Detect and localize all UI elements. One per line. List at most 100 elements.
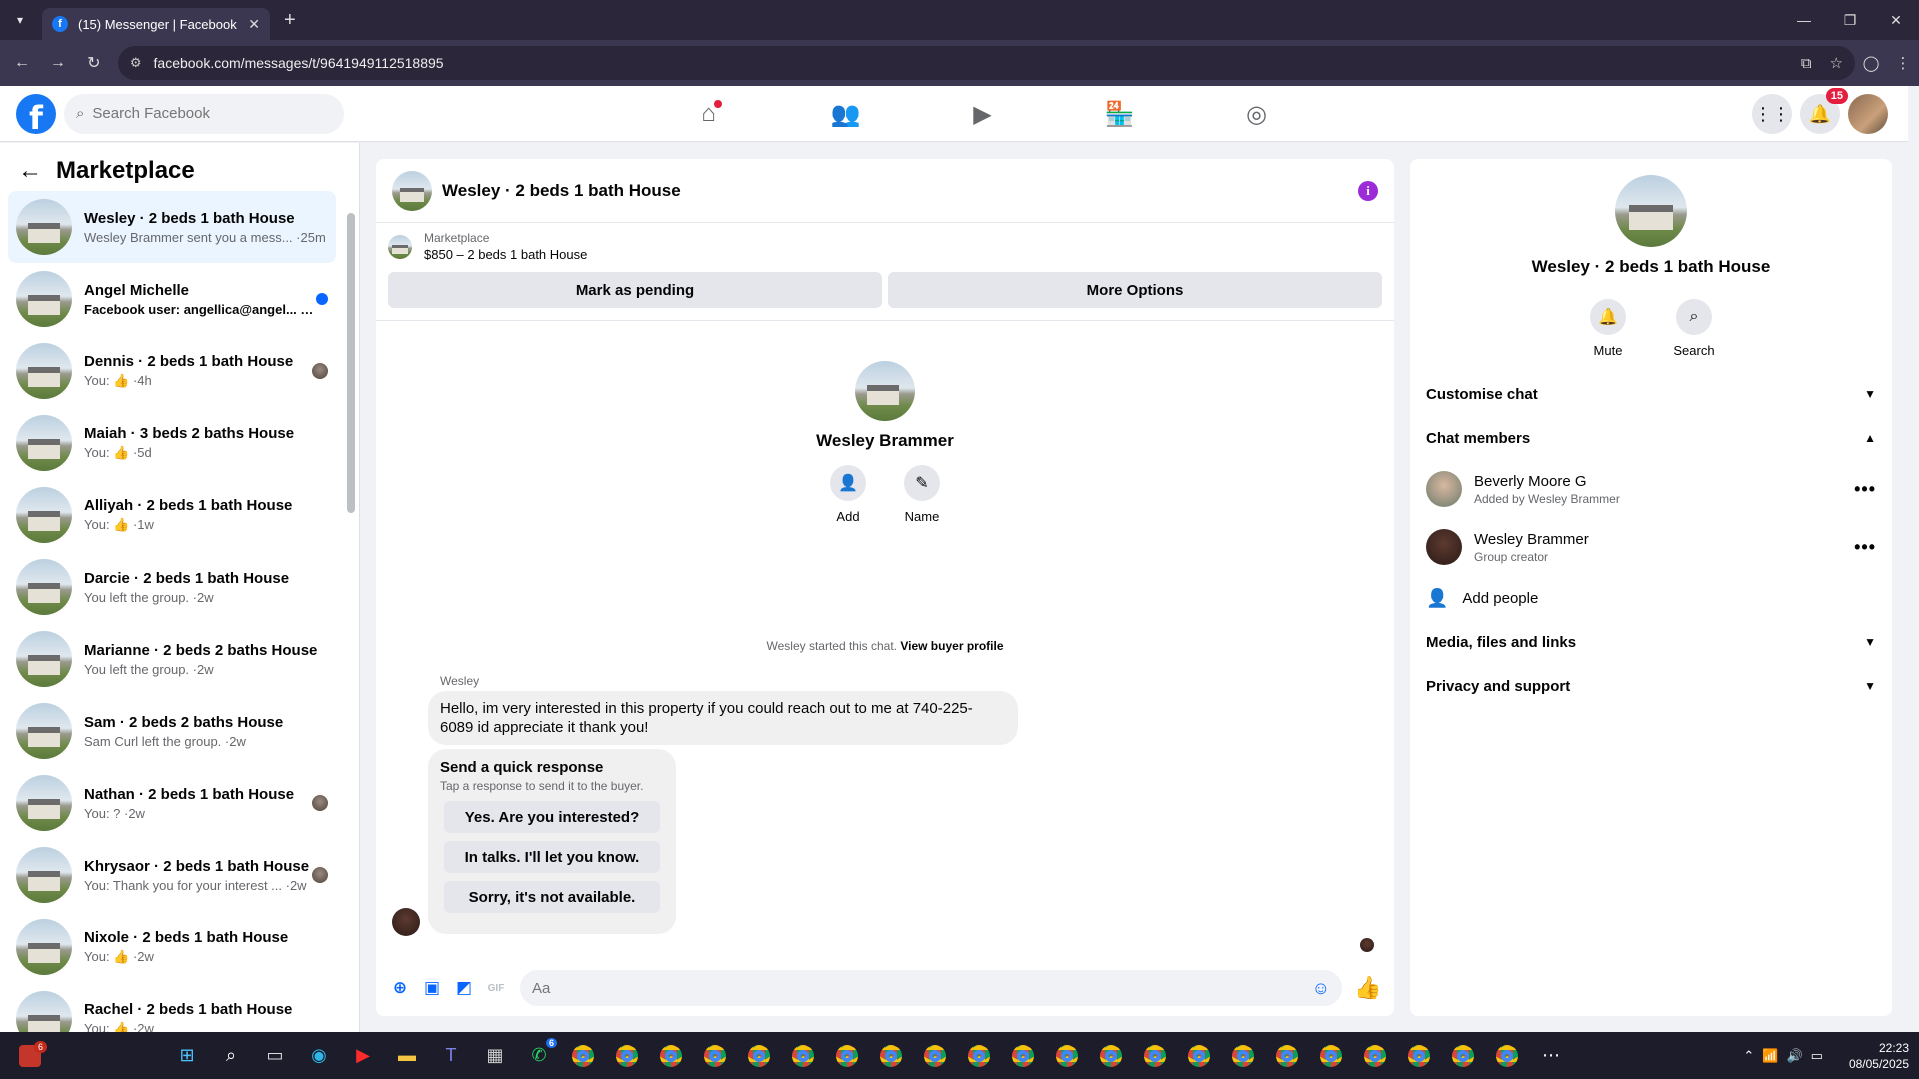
video-icon[interactable]: ▶ [914, 86, 1051, 142]
chat-avatar[interactable] [392, 170, 432, 211]
notifications-bell-icon[interactable]: 🔔 15 [1800, 88, 1848, 134]
conversation-item[interactable]: Marianne · 2 beds 2 baths House You left … [8, 623, 336, 695]
teams-icon[interactable]: T [429, 1032, 473, 1079]
message-input[interactable] [532, 979, 1312, 997]
chrome-icon[interactable] [1309, 1032, 1353, 1079]
quick-response-in-talks-button[interactable]: In talks. I'll let you know. [444, 841, 660, 873]
add-person-button[interactable]: 👤 Add [823, 465, 873, 524]
listing-thumbnail[interactable] [388, 234, 412, 259]
chrome-icon[interactable] [1089, 1032, 1133, 1079]
task-view-icon[interactable]: ▭ [253, 1032, 297, 1079]
edge-icon[interactable]: ◉ [297, 1032, 341, 1079]
more-options-button[interactable]: More Options [888, 272, 1382, 308]
more-options-icon[interactable]: ••• [1854, 537, 1876, 558]
browser-tab-messenger[interactable]: f (15) Messenger | Facebook ✕ [42, 8, 270, 40]
close-window-icon[interactable]: ✕ [1873, 0, 1919, 40]
chat-members-section[interactable]: Chat members ▲ [1410, 416, 1892, 460]
facebook-search-box[interactable]: ⌕ [64, 93, 344, 134]
store-icon[interactable]: ▦ [473, 1032, 517, 1079]
conversation-item[interactable]: Wesley · 2 beds 1 bath House Wesley Bramm… [8, 191, 336, 263]
thumbs-up-icon[interactable]: 👍 [1350, 975, 1386, 1001]
facebook-logo-icon[interactable]: f [16, 93, 56, 134]
youtube-icon[interactable]: ▶ [341, 1032, 385, 1079]
menu-grid-icon[interactable]: ⋮⋮ [1752, 94, 1792, 134]
restore-icon[interactable]: ❐ [1827, 0, 1873, 40]
emoji-icon[interactable]: ☺ [1312, 978, 1330, 999]
conversation-list-scrollbar[interactable] [347, 193, 355, 1023]
conversation-item[interactable]: Angel Michelle Facebook user: angellica@a… [8, 263, 336, 335]
more-options-icon[interactable]: ••• [1854, 479, 1876, 500]
add-people-button[interactable]: 👤 Add people [1410, 576, 1892, 620]
view-buyer-profile-link[interactable]: View buyer profile [900, 639, 1003, 653]
conversation-item[interactable]: Nixole · 2 beds 1 bath House You: 👍 ·2w [8, 911, 336, 983]
conversation-item[interactable]: Alliyah · 2 beds 1 bath House You: 👍 ·1w [8, 479, 336, 551]
member-row[interactable]: Wesley Brammer Group creator ••• [1410, 518, 1892, 576]
clock[interactable]: 22:23 08/05/2025 [1849, 1040, 1909, 1072]
chrome-icon[interactable] [869, 1032, 913, 1079]
chrome-icon[interactable] [913, 1032, 957, 1079]
chrome-icon[interactable] [957, 1032, 1001, 1079]
privacy-support-section[interactable]: Privacy and support ▼ [1410, 664, 1892, 708]
chrome-icon[interactable] [1485, 1032, 1529, 1079]
chrome-icon[interactable] [1133, 1032, 1177, 1079]
conversation-item[interactable]: Dennis · 2 beds 1 bath House You: 👍 ·4h [8, 335, 336, 407]
chrome-icon[interactable] [1397, 1032, 1441, 1079]
scrollbar-thumb[interactable] [347, 213, 355, 513]
chrome-icon[interactable] [825, 1032, 869, 1079]
quick-response-yes-button[interactable]: Yes. Are you interested? [444, 801, 660, 833]
gif-icon[interactable]: GIF [480, 972, 512, 1004]
mute-button[interactable]: 🔔 Mute [1583, 299, 1633, 358]
member-row[interactable]: Beverly Moore G Added by Wesley Brammer … [1410, 460, 1892, 518]
tab-search-chevron-icon[interactable]: ▾ [8, 8, 32, 32]
conversation-item[interactable]: Sam · 2 beds 2 baths House Sam Curl left … [8, 695, 336, 767]
sender-avatar[interactable] [392, 908, 420, 936]
browser-menu-icon[interactable]: ⋮ [1887, 54, 1919, 72]
profile-avatar[interactable] [855, 361, 915, 421]
file-explorer-icon[interactable]: ▬ [385, 1032, 429, 1079]
chat-info-avatar[interactable] [1615, 175, 1687, 247]
conversation-item[interactable]: Rachel · 2 beds 1 bath House You: 👍 ·2w [8, 983, 336, 1032]
chrome-icon[interactable] [781, 1032, 825, 1079]
new-tab-icon[interactable]: + [284, 9, 296, 32]
friends-icon[interactable]: 👥 [777, 86, 914, 142]
whatsapp-icon[interactable]: ✆ 6 [517, 1032, 561, 1079]
start-icon[interactable]: ⊞ [165, 1032, 209, 1079]
mark-as-pending-button[interactable]: Mark as pending [388, 272, 882, 308]
member-avatar[interactable] [1426, 471, 1462, 507]
customise-chat-section[interactable]: Customise chat ▼ [1410, 372, 1892, 416]
address-bar[interactable]: ⚙ facebook.com/messages/t/96419491125188… [117, 46, 1855, 80]
chrome-icon[interactable] [561, 1032, 605, 1079]
chrome-icon[interactable] [737, 1032, 781, 1079]
info-icon[interactable]: i [1358, 180, 1378, 201]
chrome-icon[interactable] [605, 1032, 649, 1079]
chrome-icon[interactable] [649, 1032, 693, 1079]
reload-icon[interactable]: ↻ [80, 49, 108, 77]
listing-title[interactable]: $850 – 2 beds 1 bath House [424, 247, 587, 262]
minimize-icon[interactable]: — [1781, 0, 1827, 40]
conversation-item[interactable]: Darcie · 2 beds 1 bath House You left the… [8, 551, 336, 623]
plus-circle-icon[interactable]: ⊕ [384, 972, 416, 1004]
chrome-icon[interactable] [1177, 1032, 1221, 1079]
forward-icon[interactable]: → [44, 49, 72, 77]
quick-response-not-available-button[interactable]: Sorry, it's not available. [444, 881, 660, 913]
system-tray-icons[interactable]: ⌃📶🔊▭ [1743, 1048, 1831, 1064]
facebook-search-input[interactable] [92, 105, 313, 122]
chrome-icon[interactable] [1001, 1032, 1045, 1079]
edit-name-button[interactable]: ✎ Name [897, 465, 947, 524]
conversation-item[interactable]: Maiah · 3 beds 2 baths House You: 👍 ·5d [8, 407, 336, 479]
member-avatar[interactable] [1426, 529, 1462, 565]
chrome-icon[interactable] [1353, 1032, 1397, 1079]
search-in-chat-button[interactable]: ⌕ Search [1669, 299, 1719, 358]
more-apps-icon[interactable]: ⋯ [1529, 1032, 1573, 1079]
message-input-box[interactable]: ☺ [520, 970, 1342, 1006]
media-files-section[interactable]: Media, files and links ▼ [1410, 620, 1892, 664]
photo-gallery-icon[interactable]: ▣ [416, 972, 448, 1004]
site-info-icon[interactable]: ⚙ [130, 55, 142, 71]
install-app-icon[interactable]: ⧉ [1801, 55, 1812, 72]
groups-icon[interactable]: ◎ [1188, 86, 1325, 142]
bookmark-star-icon[interactable]: ☆ [1830, 54, 1843, 72]
chrome-icon[interactable] [1045, 1032, 1089, 1079]
page-scrollbar[interactable] [1908, 86, 1919, 1032]
chat-title[interactable]: Wesley · 2 beds 1 bath House [442, 181, 1358, 201]
chrome-icon[interactable] [1441, 1032, 1485, 1079]
